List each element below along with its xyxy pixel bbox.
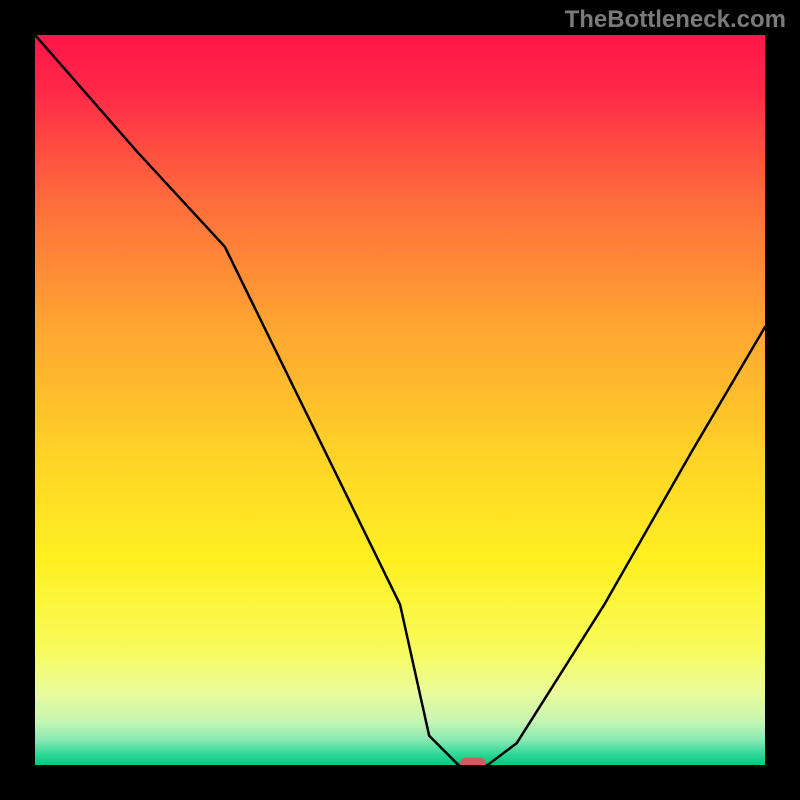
watermark-text: TheBottleneck.com <box>565 6 786 34</box>
optimal-point-marker <box>460 758 486 766</box>
chart-svg <box>35 35 765 765</box>
gradient-background <box>35 35 765 765</box>
chart-frame: TheBottleneck.com <box>0 0 800 800</box>
plot-area <box>35 35 765 765</box>
